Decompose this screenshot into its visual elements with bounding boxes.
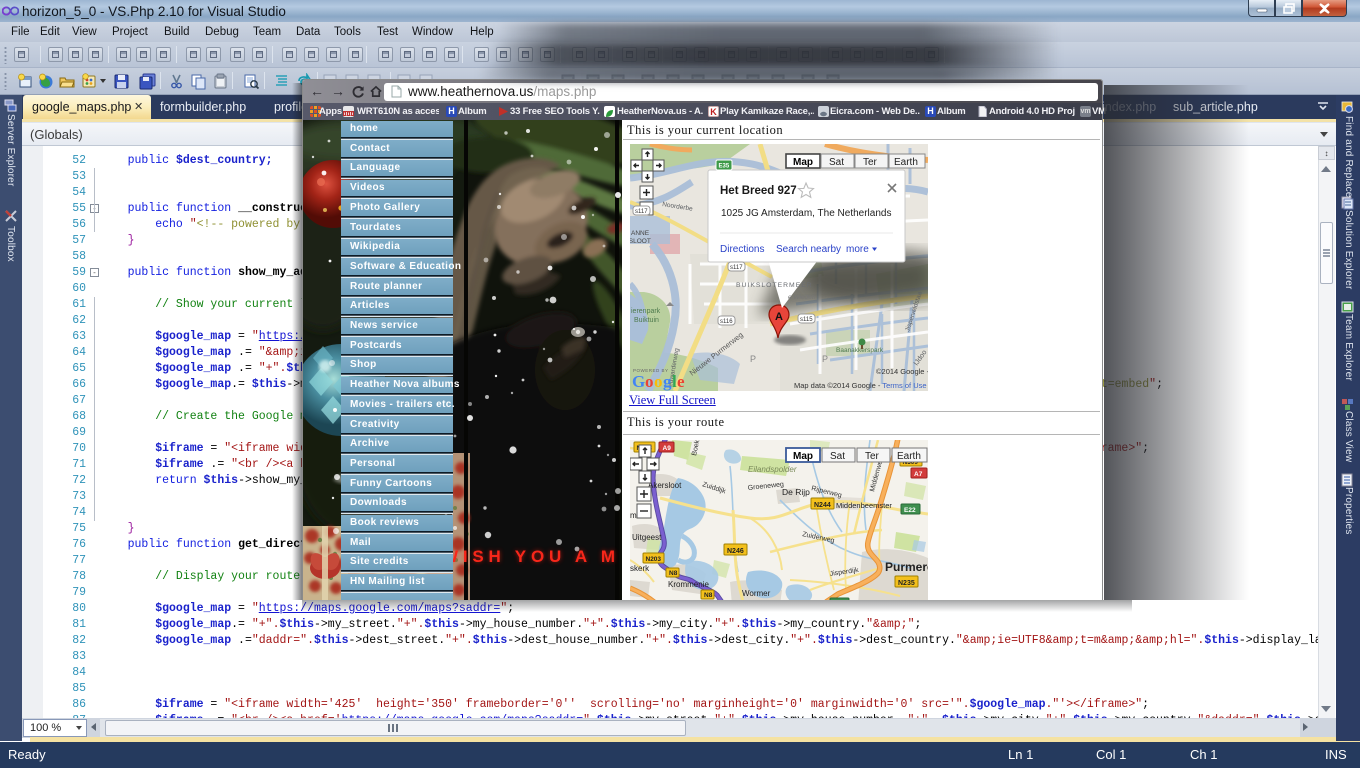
svg-text:more: more	[846, 244, 869, 255]
svg-text:Ter: Ter	[865, 451, 880, 462]
svg-text:s116: s116	[720, 319, 733, 325]
svg-text:Map: Map	[793, 451, 813, 462]
svg-text:Sat: Sat	[829, 157, 844, 168]
svg-text:N8: N8	[704, 592, 713, 599]
svg-text:ierenpark: ierenpark	[631, 308, 661, 315]
svg-text:N203: N203	[646, 556, 662, 563]
svg-text:E35: E35	[719, 164, 730, 170]
svg-text:N8: N8	[669, 570, 678, 577]
svg-text:P: P	[822, 354, 828, 364]
svg-text:ANNE: ANNE	[631, 230, 650, 237]
svg-text:G: G	[632, 372, 645, 391]
svg-text:Purmere: Purmere	[885, 560, 928, 574]
svg-text:Baanakkerspark: Baanakkerspark	[836, 347, 884, 354]
svg-text:Search nearby: Search nearby	[776, 244, 841, 255]
svg-text:Map: Map	[793, 157, 813, 168]
svg-text:Sat: Sat	[830, 451, 845, 462]
svg-text:Krommenie: Krommenie	[668, 580, 709, 589]
svg-text:s117: s117	[635, 209, 648, 215]
svg-text:A: A	[775, 311, 783, 323]
svg-text:E22: E22	[904, 507, 916, 514]
svg-text:Eilandspolder: Eilandspolder	[748, 465, 797, 474]
svg-text:o: o	[654, 372, 663, 391]
svg-text:Earth: Earth	[897, 451, 921, 462]
svg-text:A7: A7	[914, 471, 923, 478]
svg-text:Het Breed 927: Het Breed 927	[720, 185, 797, 197]
svg-text:e Wieden: e Wieden	[788, 294, 816, 301]
svg-text:s115: s115	[800, 317, 813, 323]
svg-text:Buiktuin: Buiktuin	[634, 317, 659, 324]
svg-text:N235: N235	[898, 580, 915, 587]
svg-text:Directions: Directions	[720, 244, 764, 255]
svg-text:e: e	[677, 372, 685, 391]
svg-text:Uitgeest: Uitgeest	[632, 533, 662, 542]
svg-text:N244: N244	[814, 502, 831, 509]
svg-text:Map data ©2014 Google - Terms: Map data ©2014 Google - Terms of Use	[794, 381, 927, 390]
svg-text:s117: s117	[730, 265, 743, 271]
svg-text:A9: A9	[663, 445, 672, 452]
svg-text:Ter: Ter	[863, 157, 878, 168]
svg-text:m: m	[630, 511, 637, 520]
svg-text:N246: N246	[727, 548, 744, 555]
svg-text:De Rijp: De Rijp	[782, 487, 810, 497]
svg-text:skerk: skerk	[630, 564, 650, 573]
svg-text:o: o	[645, 372, 654, 391]
svg-text:WISH YOU A M: WISH YOU A M	[442, 547, 620, 566]
svg-text:Wormer: Wormer	[742, 589, 771, 598]
svg-text:Middenbeemster: Middenbeemster	[836, 501, 892, 510]
svg-text::SLOOT: :SLOOT	[630, 238, 651, 245]
svg-text:P: P	[750, 354, 756, 364]
svg-text:BUIKSLOTERMEER: BUIKSLOTERMEER	[736, 282, 813, 289]
svg-text:©2014 Google -: ©2014 Google -	[876, 367, 928, 376]
svg-text:Akersloot: Akersloot	[648, 481, 682, 490]
svg-text:1025 JG Amsterdam, The Netherl: 1025 JG Amsterdam, The Netherlands	[721, 208, 891, 219]
svg-text:Earth: Earth	[894, 157, 918, 168]
svg-text:g: g	[663, 372, 672, 391]
